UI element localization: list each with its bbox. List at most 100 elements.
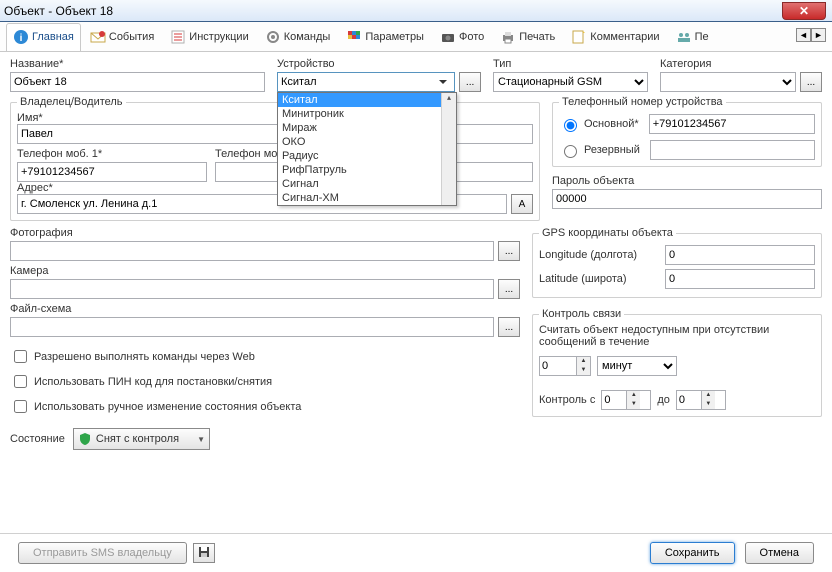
device-combo[interactable]: Кситал Кситал Минитроник Мираж ОКО Радиу… <box>277 72 455 92</box>
tab-commands[interactable]: Команды <box>258 23 338 51</box>
camera-icon <box>440 29 456 45</box>
spinner-down[interactable]: ▼ <box>577 366 590 375</box>
category-select[interactable] <box>660 72 796 92</box>
control-to-input[interactable] <box>677 391 701 409</box>
send-sms-button[interactable]: Отправить SMS владельцу <box>18 542 187 564</box>
device-option[interactable]: Кситал <box>278 93 456 107</box>
device-option[interactable]: Сигнал-ХМ <box>278 191 456 205</box>
filescheme-label: Файл-схема <box>10 303 520 315</box>
chevron-down-icon <box>435 74 451 90</box>
name-input[interactable] <box>10 72 265 92</box>
control-from-label: Контроль с <box>539 394 595 406</box>
tab-nav: ◄ ► <box>796 28 826 42</box>
phone-reserve-input[interactable] <box>650 140 815 160</box>
tab-label: Комментарии <box>590 31 659 43</box>
info-icon: i <box>13 29 29 45</box>
state-label: Состояние <box>10 433 65 445</box>
tab-main[interactable]: i Главная <box>6 23 81 51</box>
tab-photo[interactable]: Фото <box>433 23 491 51</box>
phone-reserve-radio[interactable] <box>564 145 577 158</box>
camera-browse-button[interactable]: ... <box>498 279 520 299</box>
tab-label: Фото <box>459 31 484 43</box>
svg-text:i: i <box>20 33 23 44</box>
tab-label: Команды <box>284 31 331 43</box>
owner-fieldset: Владелец/Водитель Имя* Телефон моб. 1* Т… <box>10 96 540 221</box>
tab-label: Главная <box>32 31 74 43</box>
state-combo[interactable]: Снят с контроля ▼ <box>73 428 210 450</box>
cancel-button[interactable]: Отмена <box>745 542 814 564</box>
device-option[interactable]: РифПатруль <box>278 163 456 177</box>
spinner-down[interactable]: ▼ <box>627 400 640 409</box>
photo-input[interactable] <box>10 241 494 261</box>
tab-label: Печать <box>519 31 555 43</box>
latitude-label: Latitude (широта) <box>539 273 659 285</box>
list-icon <box>170 29 186 45</box>
tab-label: Параметры <box>365 31 424 43</box>
link-control-fieldset: Контроль связи Считать объект недоступны… <box>532 308 822 417</box>
control-from-spinner[interactable]: ▲▼ <box>601 390 651 410</box>
use-pin-checkbox[interactable] <box>14 375 27 388</box>
spinner-up[interactable]: ▲ <box>627 391 640 400</box>
state-text: Снят с контроля <box>96 433 179 445</box>
latitude-input[interactable] <box>665 269 815 289</box>
device-phone-legend: Телефонный номер устройства <box>559 96 726 108</box>
camera-label: Камера <box>10 265 520 277</box>
longitude-input[interactable] <box>665 245 815 265</box>
tab-scroll-left[interactable]: ◄ <box>796 28 811 42</box>
photo-browse-button[interactable]: ... <box>498 241 520 261</box>
use-pin-label: Использовать ПИН код для постановки/снят… <box>34 376 272 388</box>
allow-web-checkbox[interactable] <box>14 350 27 363</box>
to-label: до <box>657 394 670 406</box>
phone-main-input[interactable] <box>649 114 815 134</box>
link-value-input[interactable] <box>540 357 576 375</box>
tab-label: Инструкции <box>189 31 248 43</box>
tab-comments[interactable]: Комментарии <box>564 23 666 51</box>
save-template-button[interactable] <box>193 543 215 563</box>
tab-label: Пе <box>695 31 709 43</box>
tab-events[interactable]: События <box>83 23 161 51</box>
tab-overflow[interactable]: Пе <box>669 23 716 51</box>
use-manual-checkbox[interactable] <box>14 400 27 413</box>
camera-input[interactable] <box>10 279 494 299</box>
device-option[interactable]: Сигнал <box>278 177 456 191</box>
tab-print[interactable]: Печать <box>493 23 562 51</box>
control-to-spinner[interactable]: ▲▼ <box>676 390 726 410</box>
title-bar: Объект - Объект 18 ✕ <box>0 0 832 22</box>
tab-instructions[interactable]: Инструкции <box>163 23 255 51</box>
mail-icon <box>90 29 106 45</box>
type-select[interactable]: Стационарный GSM <box>493 72 648 92</box>
window-close-button[interactable]: ✕ <box>782 2 826 20</box>
link-control-legend: Контроль связи <box>539 308 624 320</box>
filescheme-input[interactable] <box>10 317 494 337</box>
allow-web-label: Разрешено выполнять команды через Web <box>34 351 255 363</box>
category-browse-button[interactable]: ... <box>800 72 822 92</box>
device-option[interactable]: Минитроник <box>278 107 456 121</box>
link-unit-select[interactable]: минут <box>597 356 677 376</box>
spinner-up[interactable]: ▲ <box>702 391 715 400</box>
device-combo-text: Кситал <box>281 76 317 88</box>
link-control-text: Считать объект недоступным при отсутстви… <box>539 324 815 348</box>
tab-scroll-right[interactable]: ► <box>811 28 826 42</box>
spinner-up[interactable]: ▲ <box>577 357 590 366</box>
device-option[interactable]: Мираж <box>278 121 456 135</box>
save-button[interactable]: Сохранить <box>650 542 735 564</box>
phone1-input[interactable] <box>17 162 207 182</box>
device-option[interactable]: Радиус <box>278 149 456 163</box>
window-title: Объект - Объект 18 <box>4 4 113 18</box>
dialog-footer: Отправить SMS владельцу Сохранить Отмена <box>0 533 832 572</box>
phone-main-radio[interactable] <box>564 119 577 132</box>
address-lookup-button[interactable]: A <box>511 194 533 214</box>
filescheme-browse-button[interactable]: ... <box>498 317 520 337</box>
dropdown-scrollbar[interactable] <box>441 93 456 205</box>
control-from-input[interactable] <box>602 391 626 409</box>
device-option[interactable]: ОКО <box>278 135 456 149</box>
password-input[interactable] <box>552 189 822 209</box>
link-value-spinner[interactable]: ▲▼ <box>539 356 591 376</box>
password-label: Пароль объекта <box>552 175 822 187</box>
device-browse-button[interactable]: ... <box>459 72 481 92</box>
tab-label: События <box>109 31 154 43</box>
spinner-down[interactable]: ▼ <box>702 400 715 409</box>
address-label: Адрес* <box>17 182 53 194</box>
tab-parameters[interactable]: Параметры <box>339 23 431 51</box>
photo-label: Фотография <box>10 227 520 239</box>
